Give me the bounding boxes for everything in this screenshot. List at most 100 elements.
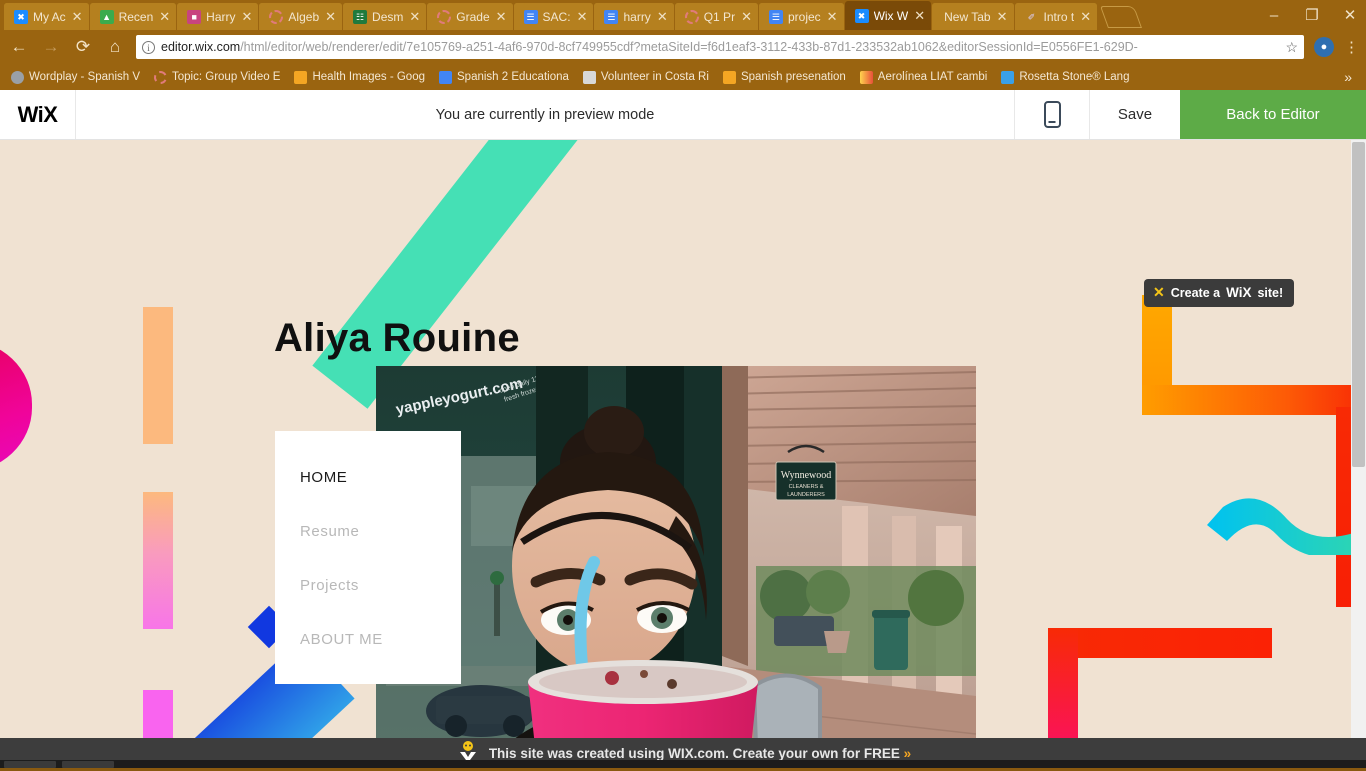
bookmark-favicon bbox=[294, 71, 307, 84]
new-tab-button[interactable] bbox=[1100, 6, 1142, 28]
pink-bar-decoration bbox=[143, 690, 173, 740]
nav-item-home[interactable]: HOME bbox=[300, 469, 461, 523]
tab-title: Recen bbox=[119, 10, 154, 24]
bookmarks-overflow-button[interactable]: » bbox=[1344, 69, 1360, 85]
loading-spinner-icon bbox=[685, 10, 699, 24]
tooltip-prefix: Create a bbox=[1171, 286, 1220, 300]
tab-close-icon[interactable]: ✕ bbox=[997, 10, 1008, 23]
nav-item-about-me[interactable]: ABOUT ME bbox=[300, 631, 461, 685]
bookmark-favicon bbox=[1001, 71, 1014, 84]
teal-wave-decoration bbox=[1205, 495, 1366, 555]
taskbar-item[interactable] bbox=[62, 761, 114, 768]
maximize-button[interactable]: ❐ bbox=[1302, 6, 1322, 24]
browser-tab[interactable]: ☰ projec ✕ bbox=[759, 3, 844, 30]
tab-title: New Tab bbox=[944, 10, 990, 24]
minimize-button[interactable]: – bbox=[1264, 7, 1284, 24]
tooltip-brand: WiX bbox=[1226, 285, 1251, 300]
desmos-icon: ☷ bbox=[353, 10, 367, 24]
loading-spinner-icon bbox=[154, 71, 167, 84]
tab-close-icon[interactable]: ✕ bbox=[496, 10, 507, 23]
taskbar-item[interactable] bbox=[4, 761, 56, 768]
bookmark-favicon bbox=[11, 71, 24, 84]
tab-title: Wix W bbox=[874, 9, 909, 23]
url-path: /html/editor/web/renderer/edit/7e105769-… bbox=[240, 40, 1138, 54]
wix-logo[interactable]: WiX bbox=[0, 90, 76, 139]
tab-title: Desm bbox=[372, 10, 403, 24]
browser-tab[interactable]: ▲ Recen ✕ bbox=[90, 3, 177, 30]
tab-close-icon[interactable]: ✕ bbox=[577, 10, 588, 23]
gradient-bar-decoration bbox=[143, 492, 173, 629]
bookmark-item[interactable]: Volunteer in Costa Ri bbox=[578, 69, 714, 86]
orange-bracket-horizontal bbox=[1142, 385, 1366, 415]
tab-close-icon[interactable]: ✕ bbox=[242, 10, 253, 23]
tab-close-icon[interactable]: ✕ bbox=[657, 10, 668, 23]
back-to-editor-button[interactable]: Back to Editor bbox=[1180, 90, 1366, 139]
tab-title: Q1 Pr bbox=[704, 10, 735, 24]
profile-avatar-icon[interactable]: ● bbox=[1314, 37, 1334, 57]
bookmark-item[interactable]: Spanish presenation bbox=[718, 69, 851, 86]
google-drive-icon: ▲ bbox=[100, 10, 114, 24]
url-host: editor.wix.com bbox=[161, 40, 240, 54]
page-info-icon[interactable]: i bbox=[142, 41, 155, 54]
tab-close-icon[interactable]: ✕ bbox=[741, 10, 752, 23]
tab-close-icon[interactable]: ✕ bbox=[1080, 10, 1091, 23]
window-controls: – ❐ ✕ bbox=[1264, 0, 1366, 30]
browser-tab[interactable]: Grade ✕ bbox=[427, 3, 512, 30]
browser-tab[interactable]: ☰ harry ✕ bbox=[594, 3, 673, 30]
save-button[interactable]: Save bbox=[1090, 90, 1180, 139]
tab-close-icon[interactable]: ✕ bbox=[827, 10, 838, 23]
mobile-view-icon bbox=[1044, 101, 1061, 128]
nav-item-projects[interactable]: Projects bbox=[300, 577, 461, 631]
tab-title: Grade bbox=[456, 10, 489, 24]
reload-icon[interactable]: ⟳ bbox=[72, 37, 94, 57]
bookmark-item[interactable]: Spanish 2 Educationa bbox=[434, 69, 574, 86]
close-window-button[interactable]: ✕ bbox=[1340, 6, 1360, 24]
bookmark-item[interactable]: Rosetta Stone® Lang bbox=[996, 69, 1134, 86]
tab-close-icon[interactable]: ✕ bbox=[325, 10, 336, 23]
site-nav-menu: HOME Resume Projects ABOUT ME bbox=[275, 431, 461, 684]
bookmark-favicon bbox=[583, 71, 596, 84]
tab-close-icon[interactable]: ✕ bbox=[914, 9, 925, 22]
bookmark-item[interactable]: Aerolínea LIAT cambi bbox=[855, 69, 993, 86]
bookmark-label: Wordplay - Spanish V bbox=[29, 71, 140, 83]
browser-tab[interactable]: New Tab ✕ bbox=[932, 3, 1013, 30]
browser-tab[interactable]: Q1 Pr ✕ bbox=[675, 3, 758, 30]
browser-tab[interactable]: ☰ SAC: ✕ bbox=[514, 3, 594, 30]
browser-tab[interactable]: ✐ Intro t ✕ bbox=[1015, 3, 1098, 30]
browser-tab[interactable]: ☷ Desm ✕ bbox=[343, 3, 426, 30]
peach-bar-decoration bbox=[143, 307, 173, 444]
bookmark-item[interactable]: Topic: Group Video E bbox=[149, 69, 285, 86]
tab-close-icon[interactable]: ✕ bbox=[409, 10, 420, 23]
wix-icon: ✖ bbox=[855, 9, 869, 23]
browser-tab[interactable]: Algeb ✕ bbox=[259, 3, 342, 30]
site-content: yappleyogurt.com open daily 11am fresh f… bbox=[0, 140, 1366, 740]
forward-icon[interactable]: → bbox=[40, 37, 62, 57]
google-docs-icon: ☰ bbox=[769, 10, 783, 24]
bookmark-label: Spanish presenation bbox=[741, 71, 846, 83]
page-scrollbar[interactable] bbox=[1351, 140, 1366, 740]
tab-close-icon[interactable]: ✕ bbox=[159, 10, 170, 23]
nav-item-resume[interactable]: Resume bbox=[300, 523, 461, 577]
home-icon[interactable]: ⌂ bbox=[104, 37, 126, 57]
chrome-menu-icon[interactable]: ⋮ bbox=[1344, 38, 1358, 56]
bookmark-label: Rosetta Stone® Lang bbox=[1019, 71, 1129, 83]
preview-mode-message: You are currently in preview mode bbox=[76, 90, 1014, 139]
tab-title: My Ac bbox=[33, 10, 66, 24]
bookmark-favicon bbox=[723, 71, 736, 84]
bookmark-item[interactable]: Health Images - Goog bbox=[289, 69, 430, 86]
browser-tab-active[interactable]: ✖ Wix W ✕ bbox=[845, 1, 932, 30]
bookmark-star-icon[interactable]: ☆ bbox=[1285, 39, 1298, 56]
google-docs-icon: ☰ bbox=[524, 10, 538, 24]
back-icon[interactable]: ← bbox=[8, 37, 30, 57]
address-bar[interactable]: i editor.wix.com/html/editor/web/rendere… bbox=[136, 35, 1304, 59]
browser-tab[interactable]: ✖ My Ac ✕ bbox=[4, 3, 89, 30]
create-wix-site-tooltip[interactable]: ✕ Create a WiX site! bbox=[1144, 279, 1294, 307]
tab-title: Intro t bbox=[1044, 10, 1075, 24]
banner-main-text: This site was created using WIX.com. Cre… bbox=[489, 746, 904, 761]
scrollbar-thumb[interactable] bbox=[1352, 142, 1365, 467]
mobile-view-button[interactable] bbox=[1014, 90, 1090, 139]
browser-tab[interactable]: ■ Harry ✕ bbox=[177, 3, 258, 30]
tab-close-icon[interactable]: ✕ bbox=[72, 10, 83, 23]
page-title: Aliya Rouine bbox=[274, 318, 520, 358]
bookmark-item[interactable]: Wordplay - Spanish V bbox=[6, 69, 145, 86]
